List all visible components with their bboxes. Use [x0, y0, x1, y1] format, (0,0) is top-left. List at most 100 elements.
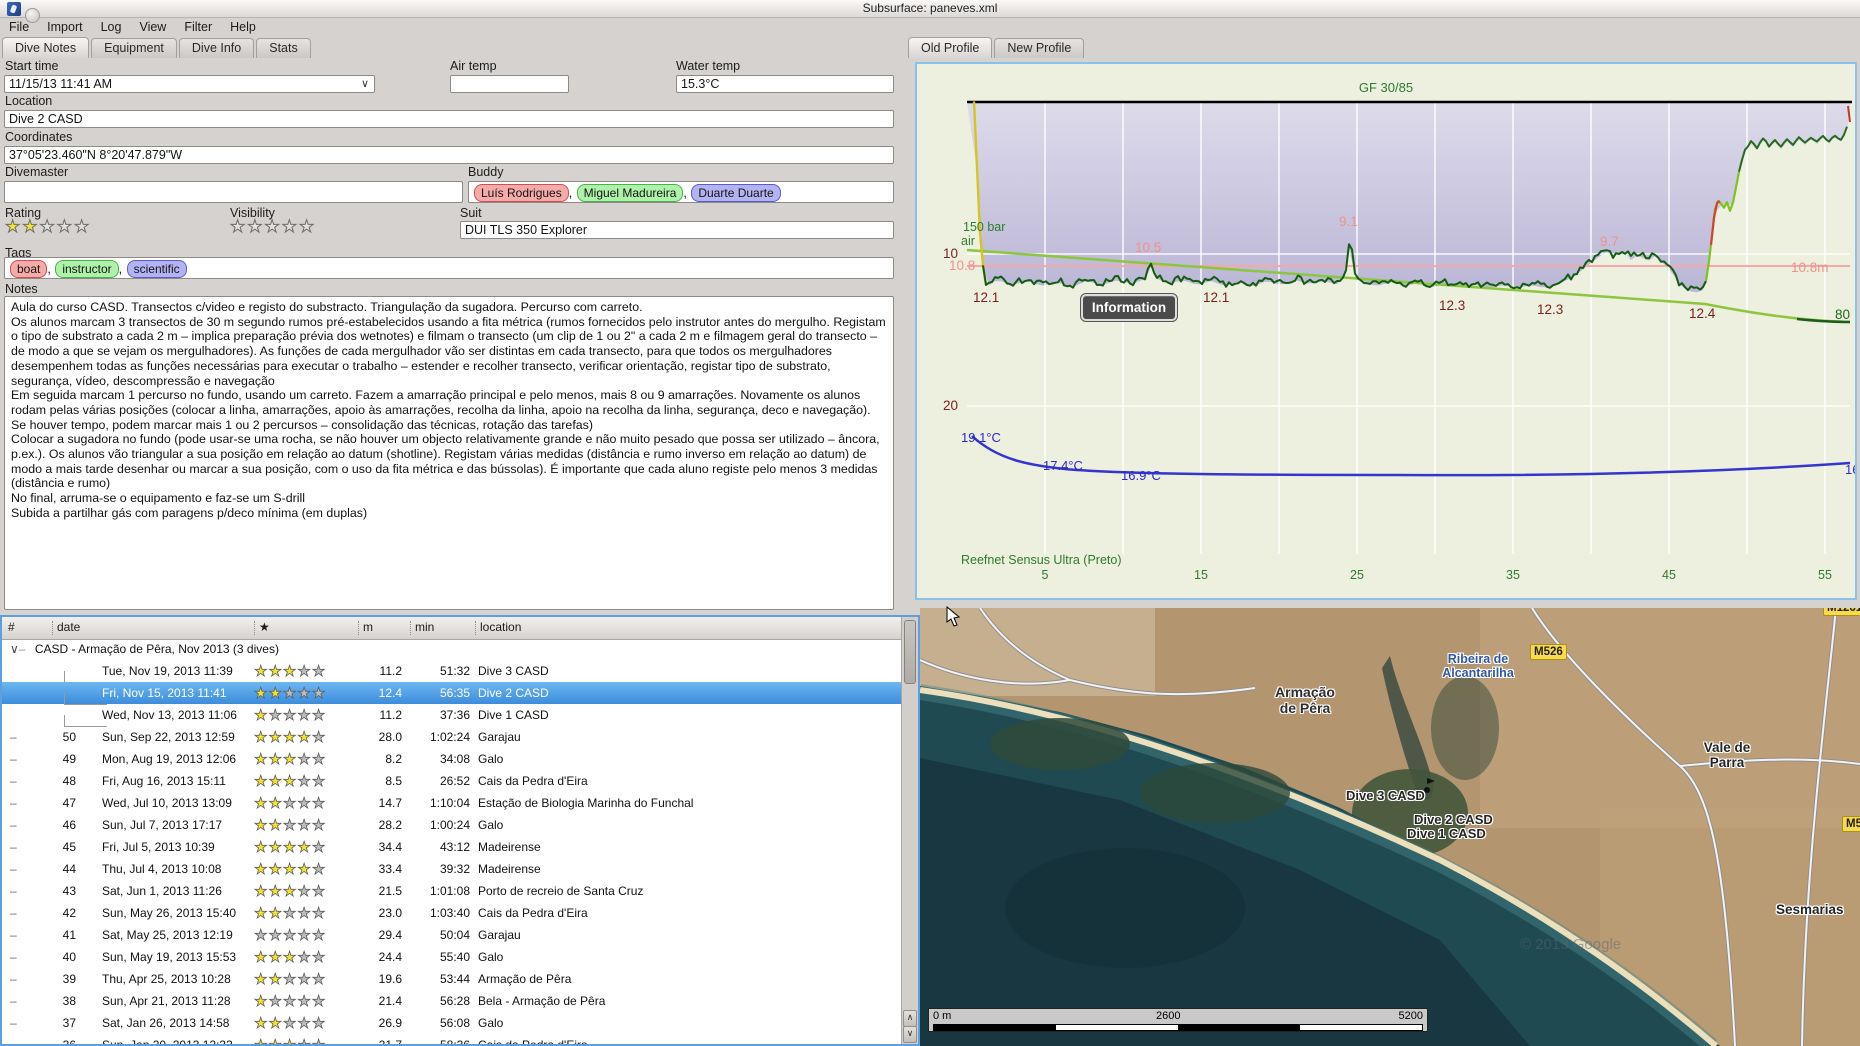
column-header-min[interactable]: min [415, 620, 434, 634]
dive-rating: ★★★★★ [254, 993, 327, 1011]
star-4[interactable]: ★ [56, 217, 74, 237]
dive-profile-plot[interactable] [917, 64, 1855, 598]
dive-trip-row[interactable]: ∨– CASD - Armação de Pêra, Nov 2013 (3 d… [2, 639, 902, 660]
menu-item-help[interactable]: Help [221, 18, 265, 37]
tab-dive-notes[interactable]: Dive Notes [2, 37, 90, 58]
subsurface-window: { "window": {"title": "Subsurface: panev… [0, 0, 1860, 1046]
dive-row[interactable]: Tue, Nov 19, 2013 11:39 ★★★★★ 11.2 51:32 Div… [2, 660, 902, 683]
pill-scientific[interactable]: scientific [126, 260, 187, 278]
menu-item-log[interactable]: Log [92, 18, 131, 37]
dive-row[interactable]: –43 Sat, Jun 1, 2013 11:26 ★★★★★ 21.5 1:01:0… [2, 880, 902, 902]
dive-computer-label: Reefnet Sensus Ultra (Preto) [961, 553, 1122, 567]
chevron-down-icon[interactable]: ∨ [361, 77, 369, 91]
dive-row[interactable]: Wed, Nov 13, 2013 11:06 ★★★★★ 11.2 37:36 Div… [2, 704, 902, 727]
star-2[interactable]: ★ [22, 217, 39, 237]
dive-date: Tue, Nov 19, 2013 11:39 [102, 664, 233, 678]
tags-input[interactable]: boat, instructor, scientific [4, 257, 894, 279]
trip-label: CASD - Armação de Pêra, Nov 2013 (3 dive… [34, 642, 279, 656]
dive-row[interactable]: –46 Sun, Jul 7, 2013 17:17 ★★★★★ 28.2 1:00:2… [2, 814, 902, 836]
dive-list-body: ∨– CASD - Armação de Pêra, Nov 2013 (3 d… [2, 639, 902, 1044]
information-button[interactable]: Information [1080, 293, 1178, 322]
start-time-combobox[interactable]: 11/15/13 11:41 AM ∨ [4, 75, 375, 93]
pill-luís-rodrigues[interactable]: Luís Rodrigues [474, 184, 569, 202]
star-4[interactable]: ★ [281, 217, 299, 237]
map-scale-bar: 0 m 2600 5200 [928, 1008, 1428, 1032]
time-axis-tick: 15 [1194, 568, 1208, 582]
coordinates-input[interactable]: 37°05'23.460"N 8°20'47.879"W [4, 146, 894, 164]
air-temp-input[interactable] [450, 75, 569, 93]
menu-item-file[interactable]: File [0, 18, 38, 37]
window-titlebar[interactable]: Subsurface: paneves.xml [0, 0, 1860, 18]
visibility-stars[interactable]: ★★★★★ [229, 217, 316, 237]
time-axis-tick: 45 [1662, 568, 1676, 582]
pill-boat[interactable]: boat [10, 260, 48, 278]
column-header-num[interactable]: # [8, 620, 15, 634]
column-header-date[interactable]: date [57, 620, 80, 634]
menu-item-import[interactable]: Import [38, 18, 91, 37]
dive-location: Cais da Pedra d'Eira [478, 1038, 588, 1046]
dive-row[interactable]: –47 Wed, Jul 10, 2013 13:09 ★★★★★ 14.7 1:10:… [2, 792, 902, 814]
star-2[interactable]: ★ [247, 217, 264, 237]
time-axis-tick: 5 [1041, 568, 1049, 582]
tab-new-profile[interactable]: New Profile [994, 38, 1085, 58]
dive-duration: 56:35 [439, 686, 470, 700]
dive-date: Sun, May 19, 2013 15:53 [102, 950, 237, 964]
dive-row[interactable]: –44 Thu, Jul 4, 2013 10:08 ★★★★★ 33.4 39:32 M… [2, 858, 902, 880]
star-1[interactable]: ★ [4, 217, 22, 237]
star-5[interactable]: ★ [73, 217, 91, 237]
tab-dive-info[interactable]: Dive Info [178, 38, 255, 58]
divemaster-input[interactable] [4, 181, 463, 203]
dive-rating: ★★★★★ [254, 817, 327, 835]
suit-input[interactable]: DUI TLS 350 Explorer [460, 221, 894, 239]
tab-old-profile[interactable]: Old Profile [908, 37, 993, 58]
star-3[interactable]: ★ [39, 217, 57, 237]
rating-stars[interactable]: ★★★★★ [4, 217, 91, 237]
dive-site-map[interactable]: Armação de Pêra Ribeira de Alcantarilha … [920, 608, 1860, 1046]
dive-row[interactable]: –41 Sat, May 25, 2013 12:19 ★★★★★ 29.4 50:04… [2, 924, 902, 946]
dive-row[interactable]: –45 Fri, Jul 5, 2013 10:39 ★★★★★ 34.4 43:12 M… [2, 836, 902, 858]
dive-row[interactable]: –38 Sun, Apr 21, 2013 11:28 ★★★★★ 21.4 56:28… [2, 990, 902, 1012]
dive-row[interactable]: –36 Sun, Jan 20, 2013 12:33 ★★★★★ 21.7 58:36… [2, 1034, 902, 1046]
dive-location: Galo [478, 818, 504, 832]
tab-equipment[interactable]: Equipment [91, 38, 177, 58]
dive-list-scrollbar[interactable]: ∧ ∨ [901, 617, 918, 1044]
min-depth-label: 9.7 [1600, 234, 1619, 249]
dive-location: Dive 1 CASD [478, 708, 549, 722]
pill-miguel-madureira[interactable]: Miguel Madureira [576, 184, 684, 202]
star-1[interactable]: ★ [229, 217, 247, 237]
star-3[interactable]: ★ [264, 217, 282, 237]
trip-expander-icon[interactable]: ∨ [10, 642, 19, 656]
dive-row[interactable]: –37 Sat, Jan 26, 2013 14:58 ★★★★★ 26.9 56:08… [2, 1012, 902, 1034]
dive-row[interactable]: –40 Sun, May 19, 2013 15:53 ★★★★★ 24.4 55:40… [2, 946, 902, 968]
column-header-m[interactable]: m [363, 620, 373, 634]
scroll-up-button[interactable]: ∧ [903, 1010, 917, 1027]
dive-rating: ★★★★★ [254, 685, 327, 703]
dive-row[interactable]: –42 Sun, May 26, 2013 15:40 ★★★★★ 23.0 1:03:… [2, 902, 902, 924]
pill-instructor[interactable]: instructor [55, 260, 119, 278]
water-temp-input[interactable]: 15.3°C [676, 75, 894, 93]
star-5[interactable]: ★ [298, 217, 316, 237]
dive-row[interactable]: –50 Sun, Sep 22, 2013 12:59 ★★★★★ 28.0 1:02:… [2, 726, 902, 748]
max-depth-label: 12.3 [1439, 298, 1466, 313]
location-input[interactable]: Dive 2 CASD [4, 110, 894, 128]
pill-duarte-duarte[interactable]: Duarte Duarte [691, 184, 781, 202]
menu-item-filter[interactable]: Filter [175, 18, 221, 37]
temperature-line [971, 435, 1851, 477]
location-label: Location [5, 94, 53, 108]
dive-row[interactable]: Fri, Nov 15, 2013 11:41 ★★★★★ 12.4 56:35 Div… [2, 682, 902, 705]
dive-row[interactable]: –39 Thu, Apr 25, 2013 10:28 ★★★★★ 19.6 53:44… [2, 968, 902, 990]
column-header-location[interactable]: location [480, 620, 521, 634]
tab-stats[interactable]: Stats [256, 38, 311, 58]
menu-item-view[interactable]: View [130, 18, 175, 37]
column-header-stars[interactable]: ★ [259, 620, 270, 634]
dive-row[interactable]: –48 Fri, Aug 16, 2013 15:11 ★★★★★ 8.5 26:52 C… [2, 770, 902, 792]
dive-list-header[interactable]: # date ★ m min location [2, 617, 918, 640]
dive-rating: ★★★★★ [254, 883, 327, 901]
dive-row[interactable]: –49 Mon, Aug 19, 2013 12:06 ★★★★★ 8.2 34:08 G… [2, 748, 902, 770]
scrollbar-thumb[interactable] [904, 620, 916, 684]
notes-textarea[interactable]: Aula do curso CASD. Transectos c/video e… [4, 296, 894, 610]
min-depth-label: 9.1 [1339, 214, 1358, 229]
time-axis-tick: 55 [1818, 568, 1832, 582]
scroll-down-button[interactable]: ∨ [903, 1026, 917, 1043]
buddy-input[interactable]: Luís Rodrigues, Miguel Madureira, Duarte… [468, 181, 894, 203]
